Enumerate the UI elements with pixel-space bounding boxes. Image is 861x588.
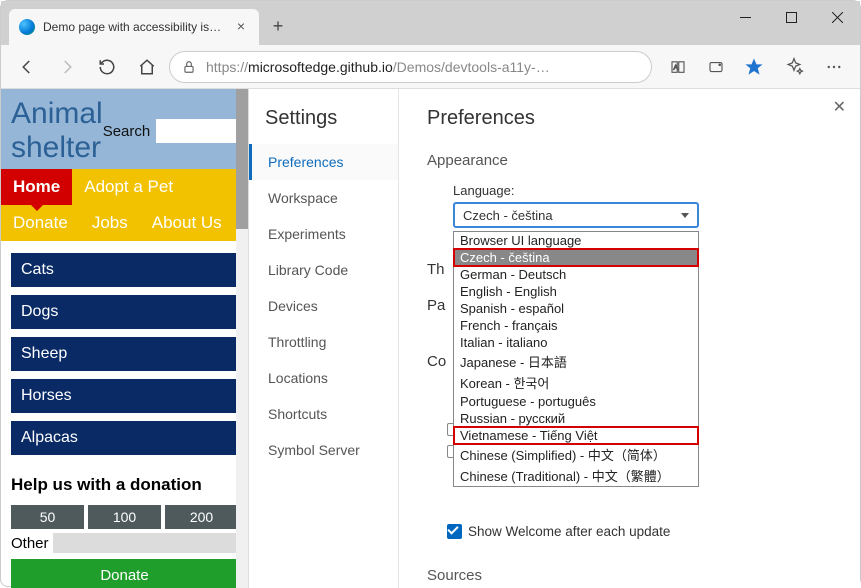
sidebar-item-locations[interactable]: Locations [249, 360, 398, 396]
reader-button[interactable]: A [660, 51, 696, 83]
other-amount-input[interactable] [53, 533, 238, 553]
list-item[interactable]: Horses [11, 379, 238, 413]
browser-tab[interactable]: Demo page with accessibility iss… × [9, 9, 259, 45]
sidebar-item-experiments[interactable]: Experiments [249, 216, 398, 252]
donate-button[interactable]: Donate [11, 559, 238, 588]
tab-title: Demo page with accessibility iss… [43, 20, 225, 34]
url-text: https://microsoftedge.github.io/Demos/de… [206, 59, 550, 75]
language-option-selected[interactable]: Czech - čeština [454, 249, 698, 266]
language-option-highlighted[interactable]: Vietnamese - Tiếng Việt [454, 427, 698, 444]
donation-heading: Help us with a donation [11, 475, 238, 495]
welcome-checkbox[interactable] [447, 524, 462, 539]
main-nav: Home Adopt a Pet Donate Jobs About Us [1, 169, 248, 241]
nav-adopt[interactable]: Adopt a Pet [72, 169, 185, 205]
list-item[interactable]: Dogs [11, 295, 238, 329]
nav-home[interactable]: Home [1, 169, 72, 205]
language-dropdown[interactable]: Browser UI language Czech - čeština Germ… [453, 231, 699, 487]
page-scrollbar[interactable] [236, 89, 248, 588]
list-item[interactable]: Cats [11, 253, 238, 287]
other-label: Other [11, 535, 49, 552]
window-titlebar: Demo page with accessibility iss… × + [1, 1, 860, 45]
language-option[interactable]: Chinese (Traditional) - 中文（繁體） [454, 465, 698, 486]
sidebar-item-workspace[interactable]: Workspace [249, 180, 398, 216]
address-bar[interactable]: https://microsoftedge.github.io/Demos/de… [169, 51, 652, 83]
language-option[interactable]: Japanese - 日本語 [454, 351, 698, 372]
close-settings-icon[interactable]: ✕ [833, 97, 846, 117]
search-input[interactable] [156, 119, 238, 143]
panel-truncated: Pa [427, 297, 445, 314]
site-title: Animalshelter [11, 97, 103, 165]
language-option[interactable]: French - français [454, 317, 698, 334]
read-aloud-button[interactable] [698, 51, 734, 83]
language-select[interactable]: Czech - čeština [453, 202, 699, 228]
list-item[interactable]: Sheep [11, 337, 238, 371]
language-option[interactable]: Korean - 한국어 [454, 372, 698, 393]
forward-button[interactable] [49, 51, 85, 83]
settings-sidebar: Settings Preferences Workspace Experimen… [249, 89, 399, 588]
more-button[interactable] [816, 51, 852, 83]
theme-truncated: Th [427, 261, 445, 278]
donation-amount[interactable]: 100 [88, 505, 161, 529]
site-favicon [19, 19, 35, 35]
home-button[interactable] [129, 51, 165, 83]
donation-amount[interactable]: 200 [165, 505, 238, 529]
donation-section: Help us with a donation 50 100 200 Other… [1, 467, 248, 588]
nav-jobs[interactable]: Jobs [80, 205, 140, 241]
section-appearance: Appearance [427, 152, 832, 169]
lock-icon [182, 60, 196, 74]
refresh-button[interactable] [89, 51, 125, 83]
minimize-button[interactable] [722, 1, 768, 33]
sidebar-item-shortcuts[interactable]: Shortcuts [249, 396, 398, 432]
favorite-button[interactable] [736, 51, 772, 83]
section-sources: Sources [427, 567, 832, 584]
sidebar-item-library[interactable]: Library Code [249, 252, 398, 288]
list-item[interactable]: Alpacas [11, 421, 238, 455]
sidebar-item-preferences[interactable]: Preferences [249, 144, 398, 180]
language-option[interactable]: English - English [454, 283, 698, 300]
close-window-button[interactable] [814, 1, 860, 33]
search-label: Search [103, 123, 151, 140]
language-option[interactable]: German - Deutsch [454, 266, 698, 283]
language-option[interactable]: Portuguese - português [454, 393, 698, 410]
panel-title: Preferences [427, 107, 832, 130]
sidebar-item-devices[interactable]: Devices [249, 288, 398, 324]
close-tab-icon[interactable]: × [233, 19, 249, 35]
animal-list: Cats Dogs Sheep Horses Alpacas [1, 241, 248, 467]
page-header: Animalshelter Search [1, 89, 248, 169]
devtools-panel: ✕ Settings Preferences Workspace Experim… [249, 89, 860, 588]
copilot-button[interactable] [776, 51, 812, 83]
nav-about[interactable]: About Us [140, 205, 234, 241]
language-option[interactable]: Browser UI language [454, 232, 698, 249]
preferences-panel: Preferences Appearance Language: Czech -… [399, 89, 860, 588]
language-option[interactable]: Russian - русский [454, 410, 698, 427]
donation-amount[interactable]: 50 [11, 505, 84, 529]
back-button[interactable] [9, 51, 45, 83]
settings-title: Settings [249, 89, 398, 144]
svg-text:A: A [674, 64, 679, 71]
maximize-button[interactable] [768, 1, 814, 33]
browser-toolbar: https://microsoftedge.github.io/Demos/de… [1, 45, 860, 89]
sidebar-item-throttling[interactable]: Throttling [249, 324, 398, 360]
welcome-label: Show Welcome after each update [468, 524, 670, 539]
webpage-viewport: Animalshelter Search Home Adopt a Pet Do… [1, 89, 249, 588]
sidebar-item-symbolserver[interactable]: Symbol Server [249, 432, 398, 468]
language-option[interactable]: Chinese (Simplified) - 中文（简体） [454, 444, 698, 465]
language-option[interactable]: Spanish - español [454, 300, 698, 317]
language-option[interactable]: Italian - italiano [454, 334, 698, 351]
language-label: Language: [453, 183, 832, 198]
new-tab-button[interactable]: + [263, 11, 293, 41]
color-truncated: Co [427, 353, 446, 370]
